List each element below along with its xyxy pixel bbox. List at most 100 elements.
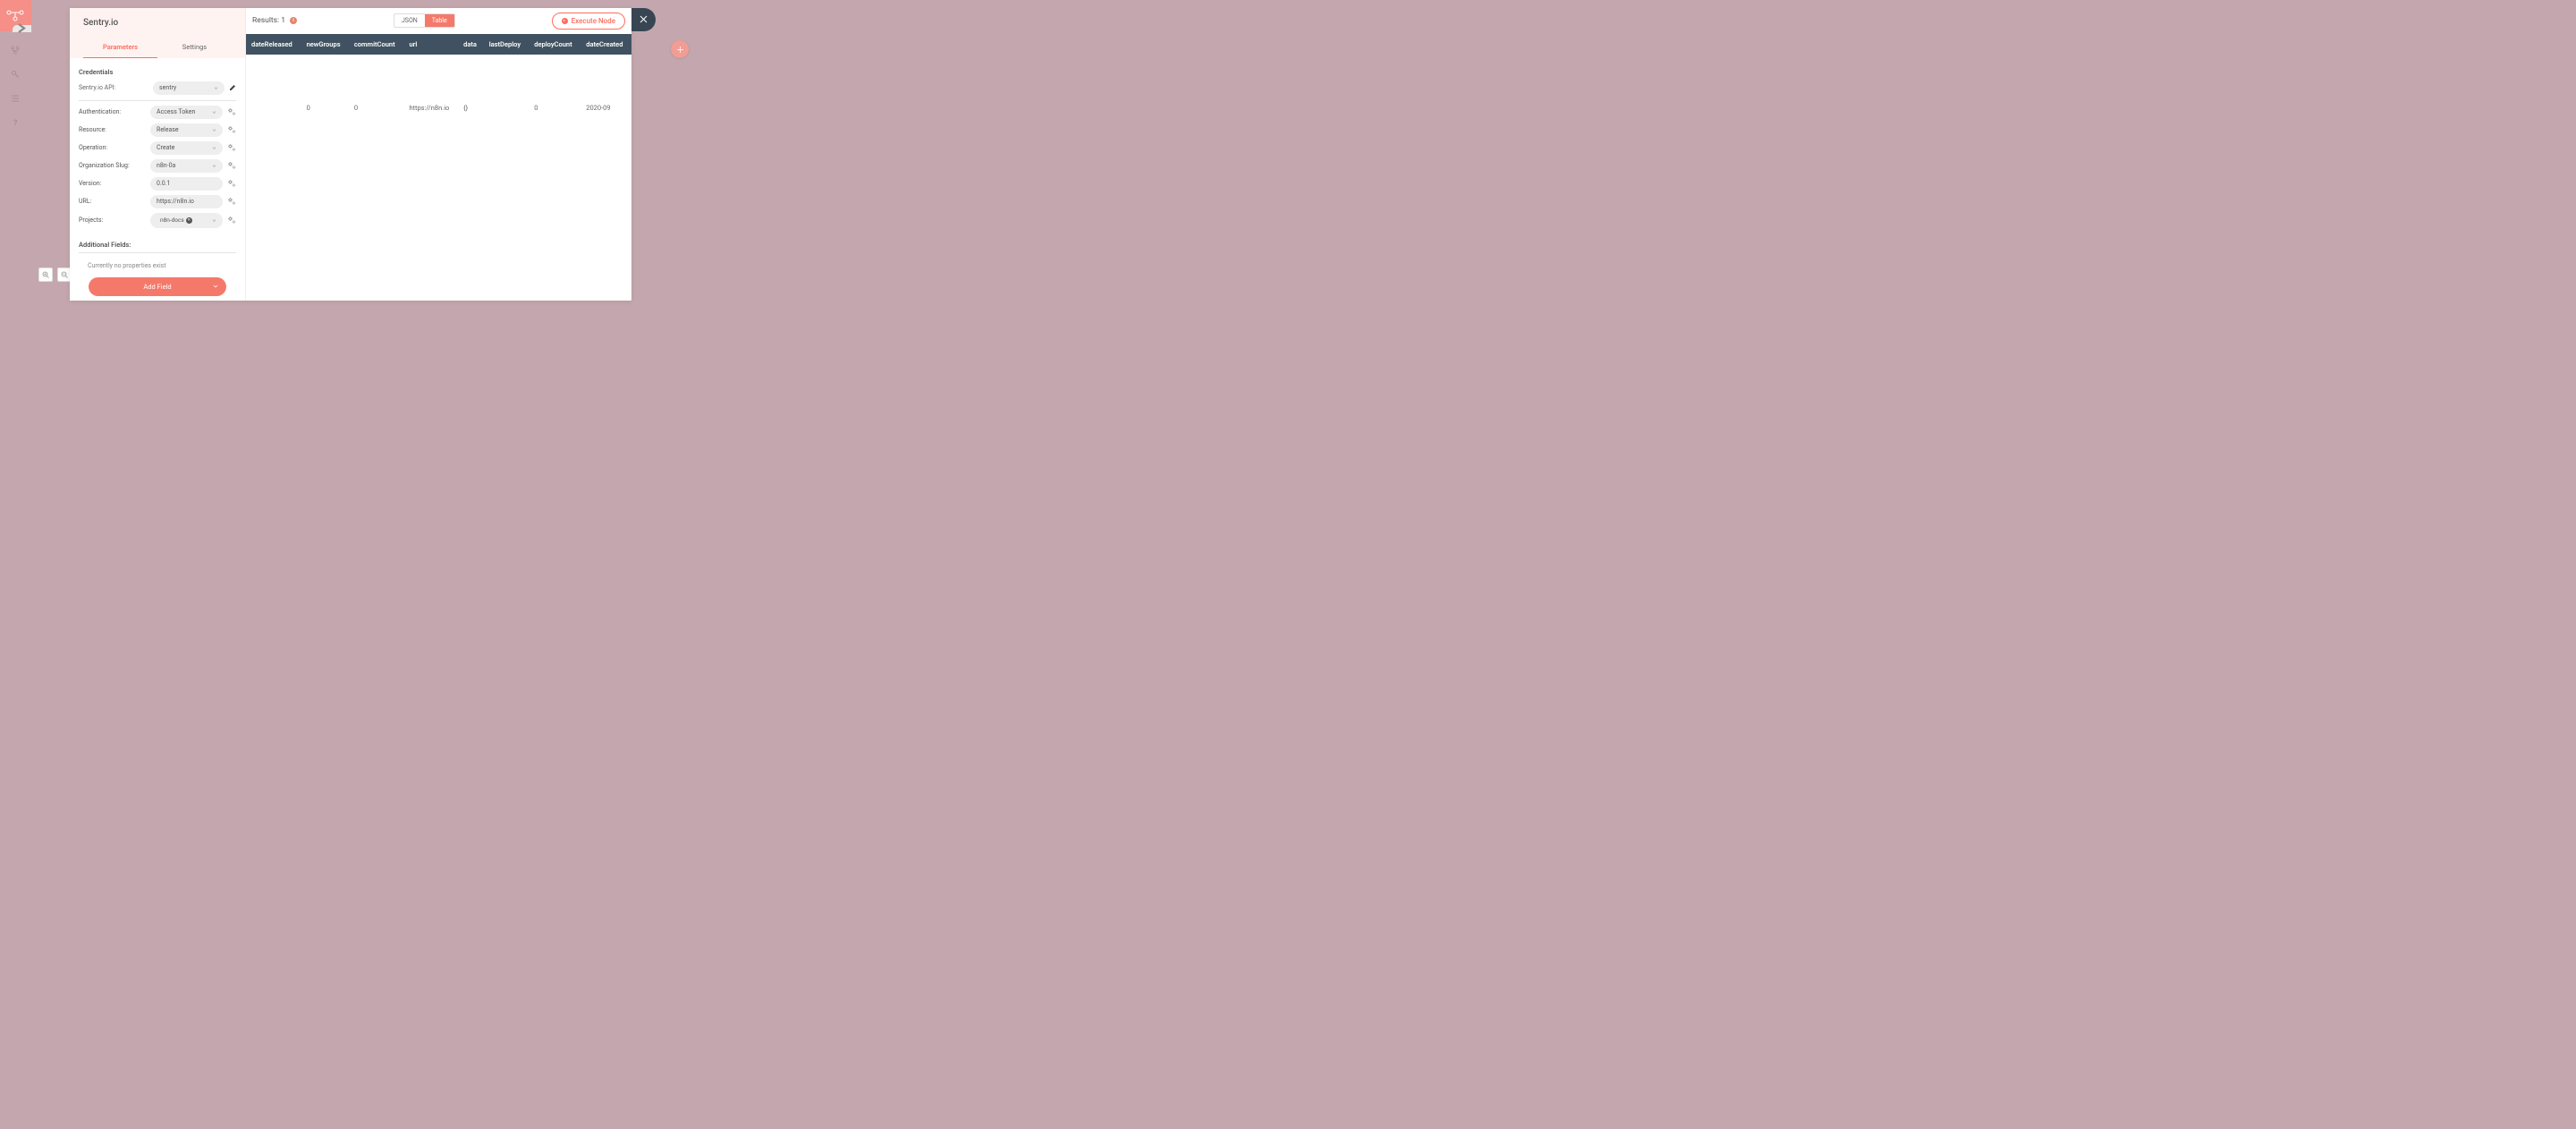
cell-dateCreated: 2020-09 xyxy=(580,55,631,162)
results-table: dateReleased newGroups commitCount url d… xyxy=(246,34,631,162)
column-header: commitCount xyxy=(349,34,404,55)
zoom-out-icon xyxy=(61,271,68,278)
field-label: Organization Slug: xyxy=(79,162,141,169)
credential-select[interactable]: sentry xyxy=(153,81,225,95)
gear-icon[interactable] xyxy=(227,107,236,116)
execute-node-button[interactable]: Execute Node xyxy=(552,13,625,30)
panel-header: Sentry.io Parameters Settings xyxy=(70,8,245,58)
column-header: newGroups xyxy=(301,34,349,55)
param-version: Version: 0.0.1 xyxy=(79,177,236,191)
workflows-icon[interactable] xyxy=(11,45,21,55)
param-url: URL: https://n8n.io xyxy=(79,195,236,208)
credential-row: Sentry.io API: sentry xyxy=(79,81,236,101)
chevron-down-icon xyxy=(212,164,216,168)
chevron-right-icon xyxy=(13,21,30,35)
app-sidebar: ? xyxy=(0,0,31,308)
close-icon xyxy=(639,14,648,24)
column-header: url xyxy=(403,34,458,55)
no-properties-message: Currently no properties exist xyxy=(79,258,236,277)
additional-fields-section: Additional Fields: Currently no properti… xyxy=(79,241,236,296)
gear-icon[interactable] xyxy=(227,179,236,188)
help-icon[interactable]: ? xyxy=(11,117,21,127)
node-title: Sentry.io xyxy=(83,18,232,28)
view-table-button[interactable]: Table xyxy=(425,14,454,27)
cell-url: https://n8n.io xyxy=(403,55,458,162)
chevron-down-icon xyxy=(213,284,218,289)
organization-slug-select[interactable]: n8n-0a xyxy=(150,159,223,173)
sidebar-toggle[interactable] xyxy=(13,25,31,32)
cell-newGroups: 0 xyxy=(301,55,349,162)
cell-commitCount: 0 xyxy=(349,55,404,162)
play-icon xyxy=(562,18,568,24)
project-tag: n8n-docs ✕ xyxy=(157,216,196,225)
param-organization-slug: Organization Slug: n8n-0a xyxy=(79,159,236,173)
parameters-panel: Sentry.io Parameters Settings Credential… xyxy=(70,8,246,301)
executions-icon[interactable] xyxy=(11,93,21,103)
credentials-icon[interactable] xyxy=(11,69,21,79)
field-label: Resource: xyxy=(79,126,141,133)
chevron-down-icon xyxy=(212,146,216,150)
credential-value: sentry xyxy=(159,84,176,91)
param-projects: Projects: n8n-docs ✕ xyxy=(79,213,236,228)
cell-data: {} xyxy=(458,55,484,162)
field-label: Authentication: xyxy=(79,108,141,115)
table-header-row: dateReleased newGroups commitCount url d… xyxy=(246,34,631,55)
projects-select[interactable]: n8n-docs ✕ xyxy=(150,213,223,228)
gear-icon[interactable] xyxy=(227,216,236,225)
svg-text:?: ? xyxy=(13,119,18,127)
param-authentication: Authentication: Access Token xyxy=(79,106,236,119)
close-button[interactable] xyxy=(631,8,656,32)
view-toggle: JSON Table xyxy=(394,13,455,28)
field-label: Version: xyxy=(79,180,141,187)
url-input[interactable]: https://n8n.io xyxy=(150,195,223,208)
table-row: 0 0 https://n8n.io {} 0 2020-09 xyxy=(246,55,631,162)
column-header: dateReleased xyxy=(246,34,301,55)
cell-lastDeploy xyxy=(484,55,530,162)
results-count: Results: 1 xyxy=(252,16,285,25)
credentials-section-label: Credentials xyxy=(79,68,236,76)
panel-body: Credentials Sentry.io API: sentry Authen… xyxy=(70,58,245,301)
tab-parameters[interactable]: Parameters xyxy=(83,38,157,58)
add-field-button[interactable]: Add Field xyxy=(89,277,226,296)
chevron-down-icon xyxy=(212,218,216,223)
info-icon[interactable]: i xyxy=(290,17,297,24)
results-table-container[interactable]: dateReleased newGroups commitCount url d… xyxy=(246,34,631,162)
tab-settings[interactable]: Settings xyxy=(157,38,232,58)
column-header: dateCreated xyxy=(580,34,631,55)
field-label: Projects: xyxy=(79,216,141,224)
credential-api-label: Sentry.io API: xyxy=(79,84,141,91)
gear-icon[interactable] xyxy=(227,143,236,152)
add-node-button[interactable] xyxy=(671,40,689,58)
version-input[interactable]: 0.0.1 xyxy=(150,177,223,191)
param-operation: Operation: Create xyxy=(79,141,236,155)
zoom-in-button[interactable] xyxy=(38,267,53,282)
results-panel: Results: 1 i JSON Table Execute Node dat… xyxy=(246,8,631,301)
results-header: Results: 1 i JSON Table Execute Node xyxy=(246,8,631,34)
view-json-button[interactable]: JSON xyxy=(394,14,425,27)
gear-icon[interactable] xyxy=(227,197,236,206)
column-header: deployCount xyxy=(529,34,580,55)
tabs: Parameters Settings xyxy=(83,38,232,58)
resource-select[interactable]: Release xyxy=(150,123,223,137)
n8n-logo-icon xyxy=(6,9,24,22)
app-logo[interactable] xyxy=(0,0,31,31)
remove-tag-icon[interactable]: ✕ xyxy=(186,217,192,224)
zoom-controls xyxy=(38,267,72,282)
operation-select[interactable]: Create xyxy=(150,141,223,155)
chevron-down-icon xyxy=(214,86,218,90)
cell-dateReleased xyxy=(246,55,301,162)
authentication-select[interactable]: Access Token xyxy=(150,106,223,119)
gear-icon[interactable] xyxy=(227,161,236,170)
field-label: URL: xyxy=(79,198,141,205)
chevron-down-icon xyxy=(212,110,216,115)
zoom-in-icon xyxy=(42,271,49,278)
field-label: Operation: xyxy=(79,144,141,151)
column-header: data xyxy=(458,34,484,55)
cell-deployCount: 0 xyxy=(529,55,580,162)
additional-fields-title: Additional Fields: xyxy=(79,241,236,253)
gear-icon[interactable] xyxy=(227,125,236,134)
plus-icon xyxy=(676,46,684,54)
edit-credential-icon[interactable] xyxy=(229,84,236,91)
chevron-down-icon xyxy=(212,128,216,132)
column-header: lastDeploy xyxy=(484,34,530,55)
